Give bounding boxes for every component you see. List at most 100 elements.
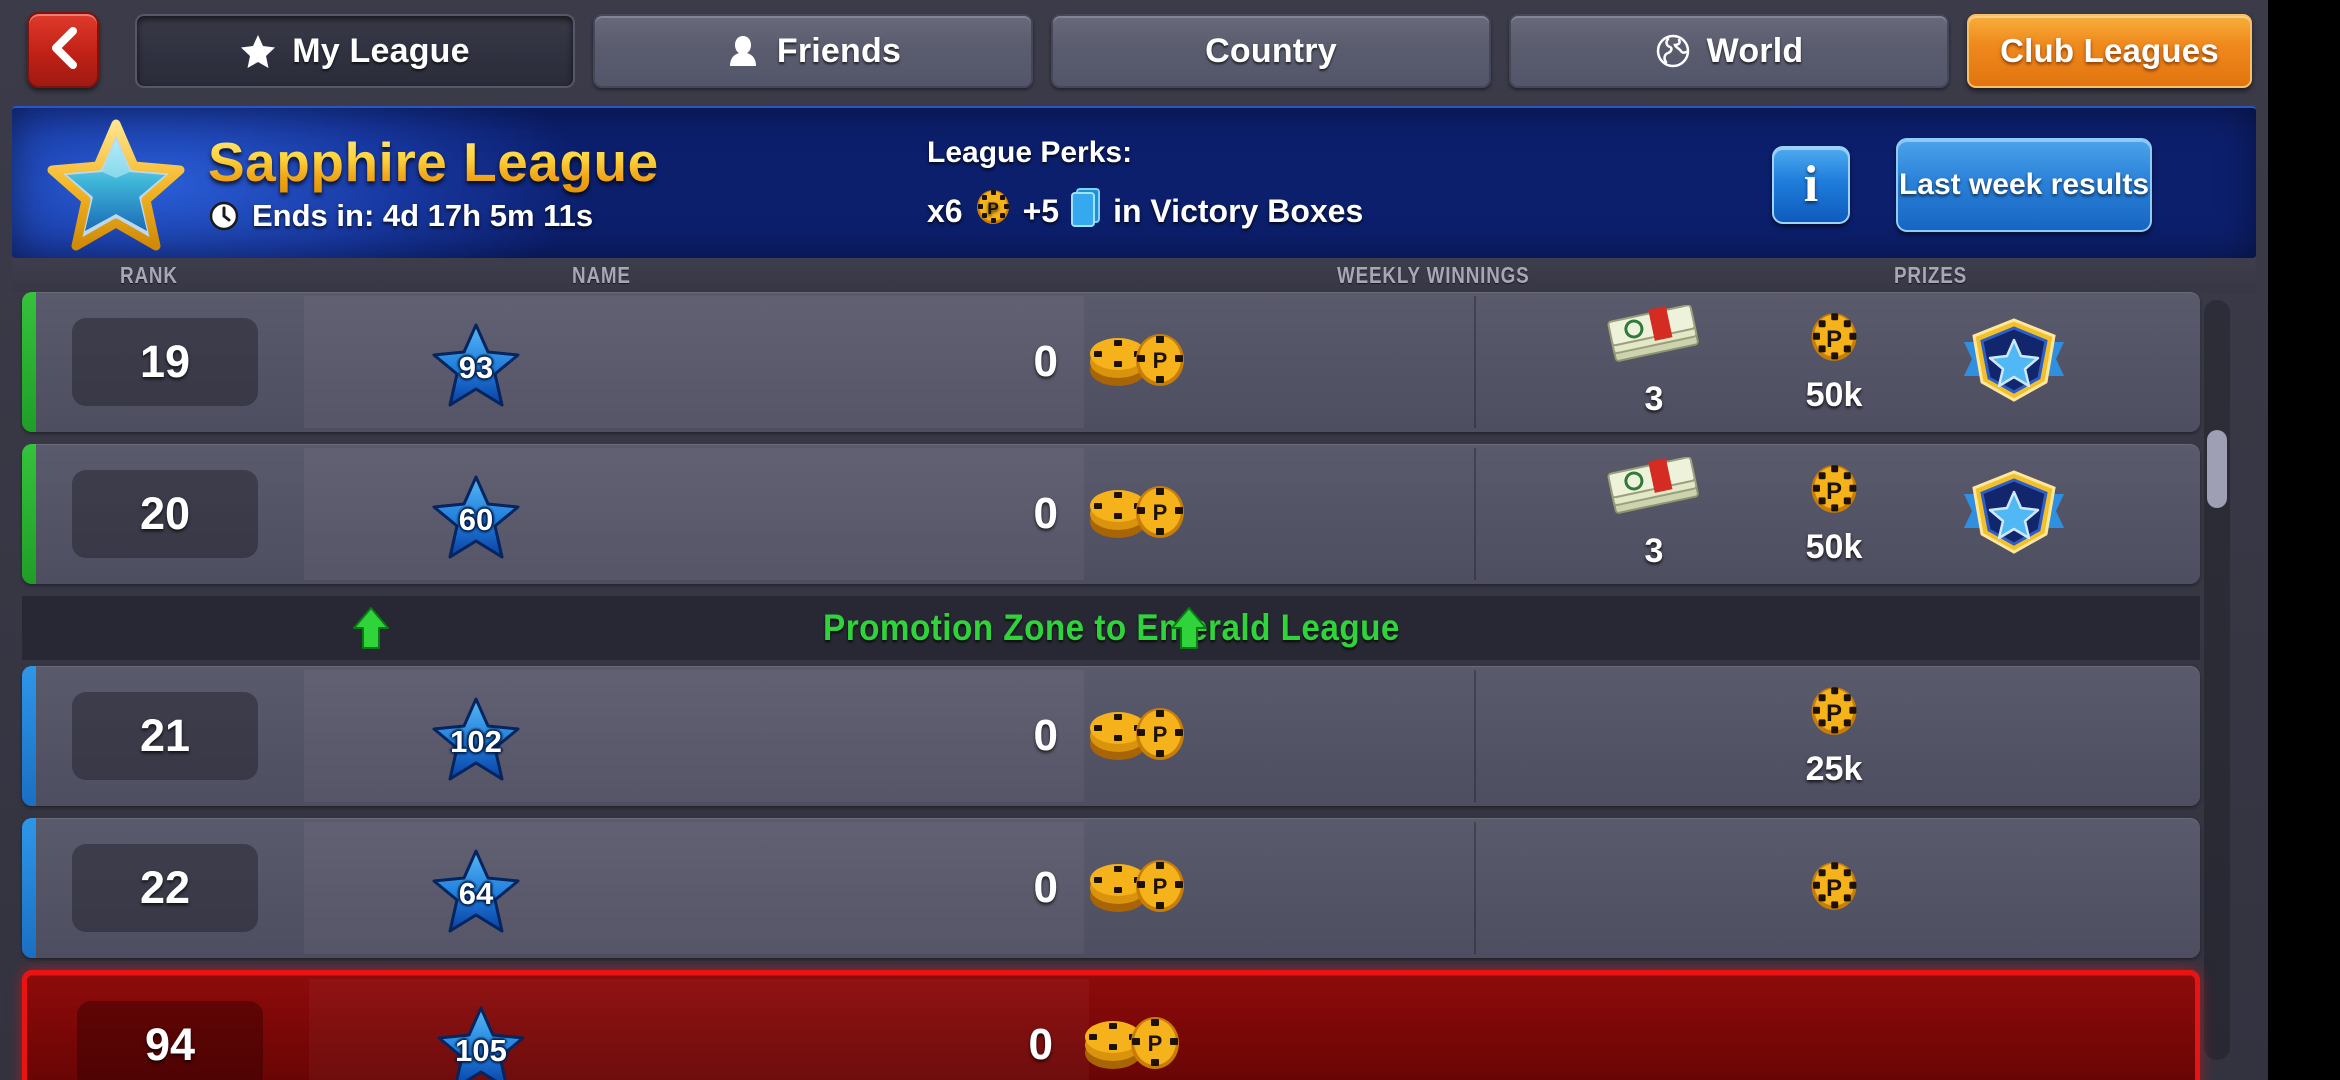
weekly-winnings: 0P [1034, 292, 1190, 432]
rank-value: 21 [72, 692, 258, 780]
rank-value: 22 [72, 844, 258, 932]
svg-text:P: P [1826, 874, 1842, 901]
weekly-winnings-value: 0 [1033, 489, 1058, 538]
promotion-zone-divider: Promotion Zone to Emerald League [22, 596, 2200, 660]
weekly-winnings: 0P [1034, 444, 1190, 584]
level-value: 93 [458, 350, 494, 385]
coin-stack-icon: P [1077, 1007, 1185, 1080]
emblem-icon [1958, 314, 2070, 411]
prize-amount: 3 [1644, 380, 1664, 418]
weekly-winnings-value: 0 [1028, 1020, 1053, 1069]
tab-friends-label: Friends [776, 31, 902, 70]
coin-icon: P [1806, 461, 1862, 522]
svg-text:P: P [1826, 326, 1842, 353]
coin-stack-icon: P [1082, 324, 1190, 401]
svg-text:P: P [1826, 478, 1842, 505]
clock-icon [208, 200, 240, 232]
weekly-winnings-value: 0 [1033, 337, 1058, 386]
league-title: Sapphire League [208, 131, 659, 193]
leaderboard-row[interactable]: 22 64 0 P P [22, 818, 2200, 958]
leaderboard-row[interactable]: 19 93 0 P 3 P 50k [22, 292, 2200, 432]
svg-text:P: P [1148, 1031, 1163, 1056]
column-header-rank: RANK [120, 262, 178, 288]
weekly-winnings: 0P [1029, 975, 1185, 1080]
emblem-icon [1958, 466, 2070, 563]
rank-zone-indicator [22, 666, 36, 806]
info-icon: i [1803, 156, 1819, 213]
svg-text:P: P [987, 199, 998, 218]
last-week-results-button[interactable]: Last week results [1896, 138, 2152, 232]
coin-stack-icon: P [1082, 476, 1190, 553]
last-week-results-label: Last week results [1898, 167, 2150, 201]
level-value: 105 [455, 1033, 507, 1068]
arrow-up-icon [1170, 606, 1208, 650]
player-name [309, 979, 1089, 1080]
tab-friends[interactable]: Friends [593, 14, 1033, 88]
prizes-cell: 3 P 50k [1474, 448, 2192, 580]
sapphire-star-badge [47, 116, 185, 254]
svg-text:P: P [1153, 500, 1168, 525]
leaderboard-row[interactable]: 21 102 0 P P 25k [22, 666, 2200, 806]
scrollbar-thumb[interactable] [2207, 430, 2227, 508]
prize-amount: 25k [1805, 750, 1863, 788]
level-star-badge: 60 [430, 474, 522, 562]
prize-item: 3 [1595, 456, 1713, 571]
tab-country[interactable]: Country [1051, 14, 1491, 88]
back-button[interactable] [27, 12, 99, 88]
league-perks: League Perks: x6 P +5 in Victory Boxes [927, 136, 1363, 236]
rank-zone-indicator [22, 818, 36, 958]
leaderboard-row[interactable]: 20 60 0 P 3 P 50k [22, 444, 2200, 584]
prizes-cell: P 25k [1474, 670, 2192, 802]
weekly-winnings: 0P [1034, 818, 1190, 958]
rank-value: 94 [77, 1001, 263, 1080]
arrow-up-icon [352, 606, 390, 650]
perk-card-bonus: +5 [1022, 192, 1060, 229]
tab-club-leagues-label: Club Leagues [2000, 32, 2219, 69]
rank-zone-indicator [22, 292, 36, 432]
leaderboard-row-player[interactable]: 94 105 0 P [22, 970, 2200, 1080]
prizes-cell: P [1474, 822, 2192, 954]
tab-my-league[interactable]: My League [135, 14, 575, 88]
globe-icon [1655, 33, 1691, 69]
prize-amount: 3 [1644, 532, 1664, 570]
level-star-badge: 64 [430, 848, 522, 936]
prize-item [1955, 314, 2073, 411]
prize-amount: 50k [1805, 528, 1863, 566]
coin-stack-icon: P [1082, 850, 1190, 927]
column-header-name: NAME [572, 262, 631, 288]
rank-value: 20 [72, 470, 258, 558]
coin-icon: P [1806, 309, 1862, 370]
cards-icon [1069, 186, 1103, 236]
level-star-badge: 93 [430, 322, 522, 410]
coin-icon: P [1806, 858, 1862, 919]
tab-club-leagues[interactable]: Club Leagues [1967, 14, 2252, 88]
prize-item: P 25k [1775, 683, 1893, 789]
leaderboard[interactable]: 19 93 0 P 3 P 50k 20 60 0 P 3 P 50k Promotion Zone to … [12, 292, 2256, 1080]
player-name [304, 448, 1084, 580]
rank-zone-indicator [22, 444, 36, 584]
league-perks-label: League Perks: [927, 136, 1133, 169]
game-screen: My League Friends Country World Club Lea… [0, 0, 2268, 1080]
level-star-badge: 105 [435, 1005, 527, 1080]
league-banner: Sapphire League Ends in: 4d 17h 5m 11s L… [12, 106, 2256, 258]
player-name [304, 296, 1084, 428]
tab-world-label: World [1706, 31, 1804, 70]
svg-text:P: P [1153, 874, 1168, 899]
svg-text:P: P [1153, 722, 1168, 747]
prize-item: P 50k [1775, 461, 1893, 567]
column-header-prizes: PRIZES [1894, 262, 1968, 288]
tab-world[interactable]: World [1509, 14, 1949, 88]
cash-icon [1602, 304, 1706, 374]
prize-item [1955, 466, 2073, 563]
tab-country-label: Country [1205, 31, 1337, 70]
coin-icon: P [1806, 683, 1862, 744]
weekly-winnings-value: 0 [1033, 863, 1058, 912]
player-name [304, 670, 1084, 802]
prize-item: P [1775, 858, 1893, 919]
scrollbar-track[interactable] [2204, 300, 2230, 1060]
info-button[interactable]: i [1772, 146, 1850, 224]
cash-icon [1602, 456, 1706, 526]
weekly-winnings: 0P [1034, 666, 1190, 806]
perk-coin-multiplier: x6 [927, 192, 963, 229]
column-header-winnings: WEEKLY WINNINGS [1337, 262, 1530, 288]
